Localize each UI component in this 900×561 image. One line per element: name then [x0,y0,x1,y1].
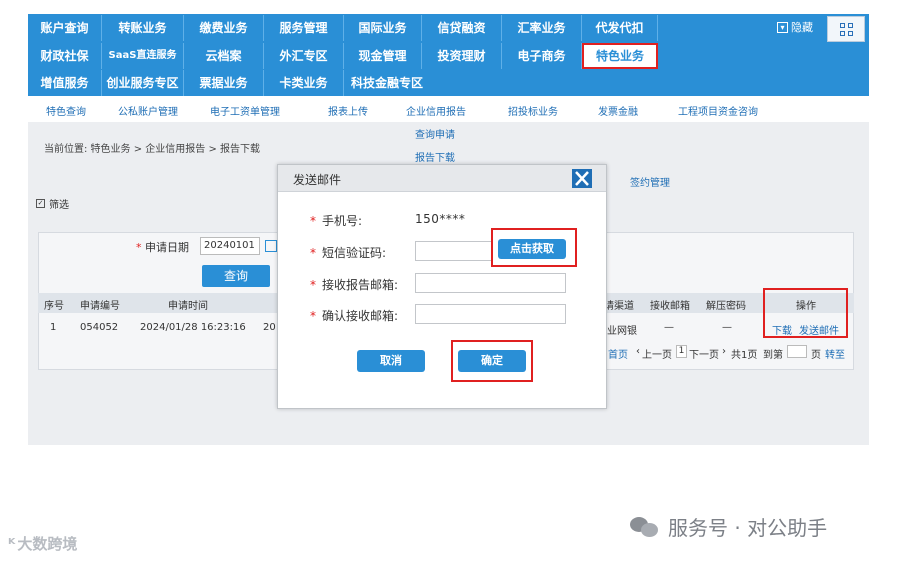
nav-fx-zone[interactable]: 外汇专区 [264,43,344,69]
sub-project-fund[interactable]: 工程项目资金咨询 [678,103,758,118]
cell-email: — [664,322,674,333]
nav-fx-rate[interactable]: 汇率业务 [502,15,582,41]
grid-icon [840,23,845,28]
cancel-button[interactable]: 取消 [357,350,425,372]
nav-cloud-archive[interactable]: 云档案 [184,43,264,69]
nav-startup[interactable]: 创业服务专区 [102,70,184,96]
nav-row-1: 账户查询 转账业务 缴费业务 服务管理 国际业务 信贷融资 汇率业务 代发代扣 [28,15,658,42]
th-email: 接收邮箱 [650,301,690,312]
nav-transfer[interactable]: 转账业务 [102,15,184,41]
send-mail-dialog: 发送邮件 * 手机号: 150**** * 短信验证码: 点击获取 * 接收报告邮箱:… [277,164,607,409]
cell-app-time: 2024/01/28 16:23:16 [140,322,246,333]
nav-cash-mgmt[interactable]: 现金管理 [344,43,422,69]
grid-menu-button[interactable] [827,16,865,42]
filter-toggle[interactable]: ✓ 筛选 [36,196,69,211]
nav-row-2: 财政社保 SaaS直连服务 云档案 外汇专区 现金管理 投资理财 电子商务 特色… [28,43,658,70]
nav-value-added[interactable]: 增值服务 [28,70,102,96]
nav-credit[interactable]: 信贷融资 [422,15,502,41]
th-app-no: 申请编号 [80,301,120,312]
confirm-button[interactable]: 确定 [458,350,526,372]
email-input[interactable] [415,273,566,293]
dropdown-query-apply[interactable]: 查询申请 [415,126,455,141]
th-app-time: 申请时间 [168,301,208,312]
hide-toggle[interactable]: ▾ 隐藏 [777,19,813,35]
pager-go[interactable]: 转至 [825,346,845,361]
pager-goto-input[interactable] [787,345,807,358]
nav-row-3: 增值服务 创业服务专区 票据业务 卡类业务 科技金融专区 [28,70,430,97]
email-label: * 接收报告邮箱: [310,278,399,292]
nav-payment[interactable]: 缴费业务 [184,15,264,41]
pager-prev-arrow: ‹ [636,346,640,357]
watermark-right: 服务号 · 对公助手 [630,512,827,541]
phone-value: 150**** [415,212,466,226]
nav-bills[interactable]: 票据业务 [184,70,264,96]
th-channel: 请渠道 [604,301,634,312]
nav-account-query[interactable]: 账户查询 [28,15,102,41]
pager-prev[interactable]: 上一页 [642,346,672,361]
brand-logo-icon: ᴷ [8,534,16,553]
nav-tech-finance[interactable]: 科技金融专区 [344,70,430,96]
pager-next-arrow: › [722,346,726,357]
pager-goto-suffix: 页 [811,350,821,361]
dialog-title: 发送邮件 [293,173,342,187]
date-input[interactable]: 20240101 [200,237,260,255]
pager-current: 1 [676,345,687,358]
dropdown-report-download[interactable]: 报告下载 [415,149,455,164]
th-password: 解压密码 [706,301,746,312]
nav-international[interactable]: 国际业务 [344,15,422,41]
nav-investment[interactable]: 投资理财 [422,43,502,69]
pager-first[interactable]: 首页 [608,346,628,361]
nav-ecommerce[interactable]: 电子商务 [502,43,582,69]
pager-goto-prefix: 到第 [763,350,783,361]
date-label: * 申请日期 [136,241,189,254]
operation-highlight [763,288,848,338]
collapse-icon: ▾ [777,21,788,33]
cell-index: 1 [50,322,57,333]
dialog-header: 发送邮件 [278,165,606,192]
filter-checkbox[interactable]: ✓ [36,199,45,208]
nav-service-mgmt[interactable]: 服务管理 [264,15,344,41]
th-index: 序号 [44,301,64,312]
sub-invoice-finance[interactable]: 发票金融 [598,103,638,118]
confirm-email-input[interactable] [415,304,566,324]
sms-code-input[interactable] [415,241,493,261]
sub-menu: 特色查询 公私账户管理 电子工资单管理 报表上传 企业信用报告 招投标业务 发票… [28,98,869,122]
top-nav: 账户查询 转账业务 缴费业务 服务管理 国际业务 信贷融资 汇率业务 代发代扣 … [28,14,869,96]
page-root: { "nav": { "row1": ["账户查询", "转账业务", "缴费业… [0,0,900,561]
cell-channel: 业网银 [607,326,637,337]
nav-payroll[interactable]: 代发代扣 [582,15,658,41]
wechat-icon [630,515,660,539]
hide-label: 隐藏 [791,21,813,34]
cell-password: — [722,322,732,333]
breadcrumb: 当前位置: 特色业务 > 企业信用报告 > 报告下载 [44,144,261,155]
sub-credit-report[interactable]: 企业信用报告 [406,103,466,118]
sub-bidding[interactable]: 招投标业务 [508,103,558,118]
pager-total: 共1页 [731,350,758,361]
close-icon [575,171,589,186]
filter-label: 筛选 [49,200,69,211]
nav-cards[interactable]: 卡类业务 [264,70,344,96]
sub-account-mgmt[interactable]: 公私账户管理 [118,103,178,118]
close-button[interactable] [572,169,592,188]
calendar-icon[interactable] [265,240,277,252]
watermark-left: ᴷ 大数跨境 [8,534,78,554]
phone-label: * 手机号: [310,214,363,228]
sub-payslip[interactable]: 电子工资单管理 [210,103,280,118]
cell-app-no: 054052 [80,322,119,333]
nav-special-business[interactable]: 特色业务 [582,43,658,69]
query-button[interactable]: 查询 [202,265,270,287]
get-code-button[interactable]: 点击获取 [498,239,566,259]
sign-management-link[interactable]: 签约管理 [630,174,670,189]
sub-special-query[interactable]: 特色查询 [46,103,86,118]
nav-finance-social[interactable]: 财政社保 [28,43,102,69]
nav-saas[interactable]: SaaS直连服务 [102,43,184,69]
cell-truncated: 20 [263,322,276,333]
confirm-email-label: * 确认接收邮箱: [310,309,399,323]
sub-report-upload[interactable]: 报表上传 [328,103,368,118]
pager-next[interactable]: 下一页 [689,346,719,361]
sms-code-label: * 短信验证码: [310,246,387,260]
